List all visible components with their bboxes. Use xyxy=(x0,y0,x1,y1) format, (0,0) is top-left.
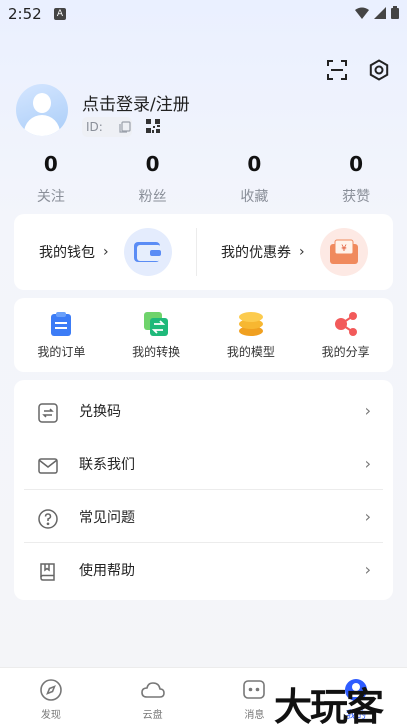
chevron-right-icon: › xyxy=(299,244,305,260)
coupon-label: 我的优惠券 xyxy=(221,245,291,261)
stat-fans[interactable]: 0 粉丝 xyxy=(102,150,204,210)
menu-label: 使用帮助 xyxy=(79,562,135,579)
mail-icon xyxy=(38,458,58,474)
menu-item-faq[interactable]: 常见问题 › xyxy=(14,490,393,543)
quick-actions-card: 我的订单 我的转换 我的模型 我的分享 xyxy=(14,298,393,372)
stat-value: 0 xyxy=(43,152,58,176)
compass-icon xyxy=(40,679,62,701)
stat-likes[interactable]: 0 获赞 xyxy=(305,150,407,210)
watermark: 大玩客 xyxy=(274,684,384,725)
my-orders-button[interactable]: 我的订单 xyxy=(14,298,109,372)
wallet-card: 我的钱包 › 我的优惠券 › ¥ xyxy=(14,214,393,290)
settings-button[interactable] xyxy=(367,58,391,82)
avatar[interactable] xyxy=(16,84,68,136)
stat-favorites[interactable]: 0 收藏 xyxy=(204,150,306,210)
my-shares-button[interactable]: 我的分享 xyxy=(298,298,393,372)
battery-icon xyxy=(391,6,399,19)
scan-icon xyxy=(327,60,347,80)
message-icon xyxy=(243,680,266,699)
menu-item-help[interactable]: 使用帮助 › xyxy=(14,543,393,596)
wifi-icon xyxy=(355,7,369,19)
stat-value: 0 xyxy=(145,152,160,176)
coupon-entry[interactable]: 我的优惠券 › xyxy=(221,214,407,290)
qrcode-icon[interactable] xyxy=(146,119,160,133)
settings-menu: 兑换码 › 联系我们 › 常见问题 › 使用帮助 › xyxy=(14,380,393,600)
order-icon xyxy=(51,312,72,336)
wallet-icon xyxy=(124,228,172,276)
tab-discover[interactable]: 发现 xyxy=(0,668,102,725)
share-label: 我的分享 xyxy=(321,345,370,359)
my-conversions-button[interactable]: 我的转换 xyxy=(109,298,204,372)
menu-item-contact[interactable]: 联系我们 › xyxy=(14,437,393,490)
status-time: 2:52 xyxy=(8,5,42,23)
stat-label: 粉丝 xyxy=(138,189,167,205)
stat-label: 获赞 xyxy=(342,189,371,205)
convert-icon xyxy=(144,312,169,336)
chevron-right-icon: › xyxy=(364,560,371,579)
coupon-icon: ¥ xyxy=(320,228,368,276)
chevron-right-icon: › xyxy=(364,401,371,420)
redeem-icon xyxy=(38,403,58,423)
avatar-body xyxy=(24,115,60,136)
menu-label: 兑换码 xyxy=(79,403,121,420)
model-label: 我的模型 xyxy=(226,345,275,359)
tab-label: 云盘 xyxy=(142,710,163,721)
cloud-icon xyxy=(140,682,165,698)
stat-label: 收藏 xyxy=(240,189,269,205)
user-id-chip[interactable]: ID: xyxy=(82,117,132,137)
coupon-symbol: ¥ xyxy=(341,244,347,254)
share-icon xyxy=(334,312,357,336)
convert-label: 我的转换 xyxy=(132,345,181,359)
chevron-right-icon: › xyxy=(364,507,371,526)
settings-icon xyxy=(369,59,389,81)
avatar-head xyxy=(33,93,51,113)
my-models-button[interactable]: 我的模型 xyxy=(204,298,299,372)
notification-icon: A xyxy=(54,8,66,20)
book-icon xyxy=(40,563,55,581)
stat-value: 0 xyxy=(349,152,364,176)
stats-row: 0 关注 0 粉丝 0 收藏 0 获赞 xyxy=(0,150,407,210)
chevron-right-icon: › xyxy=(103,244,109,260)
tab-label: 发现 xyxy=(40,710,61,721)
menu-label: 联系我们 xyxy=(79,456,135,473)
signal-icon xyxy=(374,6,386,19)
order-label: 我的订单 xyxy=(37,345,86,359)
menu-item-redeem[interactable]: 兑换码 › xyxy=(14,384,393,437)
status-bar: 2:52 A xyxy=(0,0,407,28)
menu-label: 常见问题 xyxy=(79,509,135,526)
wallet-label: 我的钱包 xyxy=(39,245,95,261)
stat-label: 关注 xyxy=(36,189,65,205)
user-id-label: ID: xyxy=(86,120,103,134)
copy-icon xyxy=(119,121,131,133)
status-icons xyxy=(355,6,399,19)
model-icon xyxy=(238,312,263,336)
stat-value: 0 xyxy=(247,152,262,176)
profile-header: 点击登录/注册 ID: xyxy=(16,84,396,140)
chevron-right-icon: › xyxy=(364,454,371,473)
wallet-divider xyxy=(196,228,197,276)
stat-following[interactable]: 0 关注 xyxy=(0,150,102,210)
scan-button[interactable] xyxy=(325,58,349,82)
tab-cloud-drive[interactable]: 云盘 xyxy=(102,668,204,725)
top-actions xyxy=(325,58,391,82)
login-link[interactable]: 点击登录/注册 xyxy=(82,90,190,115)
question-icon xyxy=(38,509,58,529)
